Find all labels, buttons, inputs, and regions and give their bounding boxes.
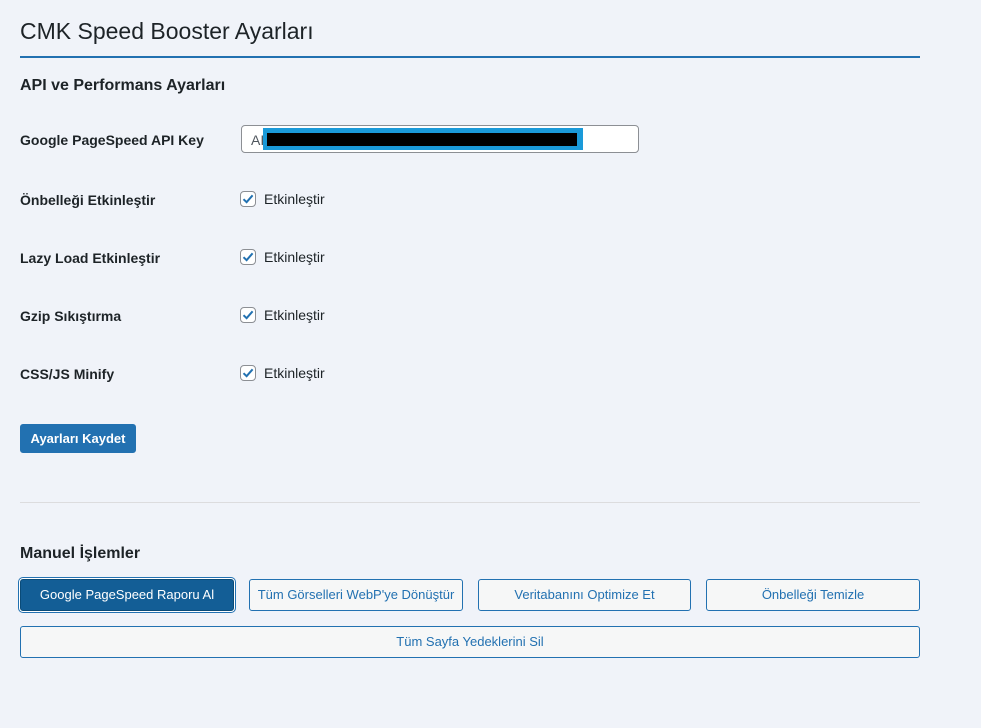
settings-section-title: API ve Performans Ayarları xyxy=(20,77,226,94)
section-divider xyxy=(20,502,920,503)
option-lazy-load-toggle[interactable]: Etkinleştir xyxy=(240,249,325,265)
checkbox-lazy-load-label: Etkinleştir xyxy=(264,249,325,265)
checkmark-icon xyxy=(242,368,254,378)
manual-section-title: Manuel İşlemler xyxy=(20,545,141,562)
checkmark-icon xyxy=(242,252,254,262)
checkbox-cache-label: Etkinleştir xyxy=(264,191,325,207)
option-label-cache: Önbelleği Etkinleştir xyxy=(20,192,156,208)
checkbox-cache[interactable] xyxy=(240,191,256,207)
delete-backups-button[interactable]: Tüm Sayfa Yedeklerini Sil xyxy=(20,626,920,658)
optimize-database-button[interactable]: Veritabanını Optimize Et xyxy=(478,579,691,611)
api-key-redaction-bar xyxy=(267,133,577,146)
option-minify-toggle[interactable]: Etkinleştir xyxy=(240,365,325,381)
save-settings-button[interactable]: Ayarları Kaydet xyxy=(20,424,136,453)
page-title: CMK Speed Booster Ayarları xyxy=(20,18,314,44)
api-key-label: Google PageSpeed API Key xyxy=(20,132,204,148)
checkbox-minify[interactable] xyxy=(240,365,256,381)
option-label-minify: CSS/JS Minify xyxy=(20,366,115,382)
checkbox-lazy-load[interactable] xyxy=(240,249,256,265)
title-divider xyxy=(20,56,920,58)
api-key-input[interactable]: AI xyxy=(241,125,639,153)
checkmark-icon xyxy=(242,194,254,204)
option-label-lazy-load: Lazy Load Etkinleştir xyxy=(20,250,161,266)
checkbox-gzip-label: Etkinleştir xyxy=(264,307,325,323)
checkbox-minify-label: Etkinleştir xyxy=(264,365,325,381)
option-gzip-toggle[interactable]: Etkinleştir xyxy=(240,307,325,323)
option-label-gzip: Gzip Sıkıştırma xyxy=(20,308,122,324)
convert-webp-button[interactable]: Tüm Görselleri WebP'ye Dönüştür xyxy=(249,579,463,611)
option-cache-toggle[interactable]: Etkinleştir xyxy=(240,191,325,207)
pagespeed-report-button[interactable]: Google PageSpeed Raporu Al xyxy=(20,579,234,611)
checkmark-icon xyxy=(242,310,254,320)
clear-cache-button[interactable]: Önbelleği Temizle xyxy=(706,579,920,611)
checkbox-gzip[interactable] xyxy=(240,307,256,323)
